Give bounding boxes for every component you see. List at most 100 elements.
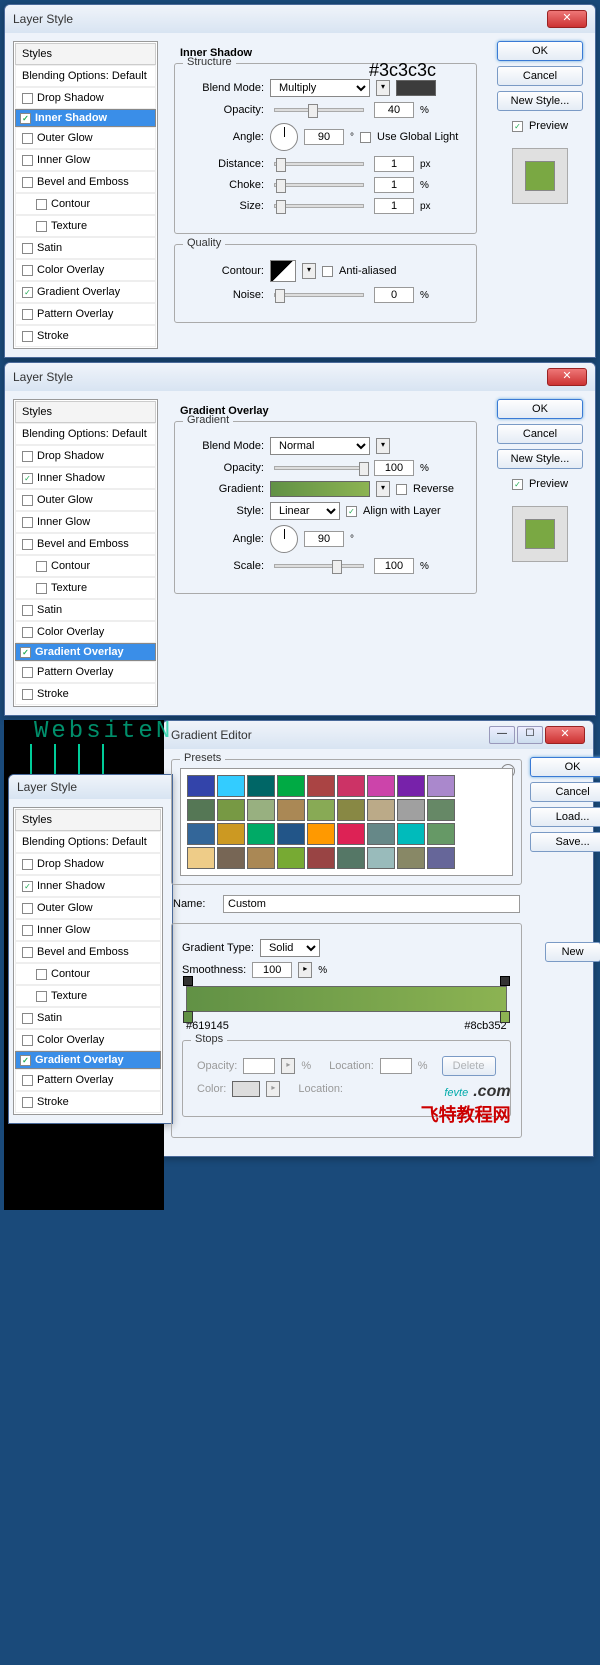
save-button[interactable]: Save... [530,832,600,852]
angle-dial[interactable] [270,525,298,553]
style-checkbox[interactable] [22,243,33,254]
sidebar-item-stroke[interactable]: Stroke [15,325,156,347]
style-checkbox[interactable] [22,1035,33,1046]
style-checkbox[interactable] [36,969,47,980]
sidebar-item-inner-glow[interactable]: Inner Glow [15,919,161,941]
style-checkbox[interactable] [22,859,33,870]
ok-button[interactable]: OK [497,399,583,419]
style-checkbox[interactable] [22,1075,33,1086]
sidebar-item-outer-glow[interactable]: Outer Glow [15,127,156,149]
angle-input[interactable] [304,531,344,547]
style-checkbox[interactable]: ✓ [22,473,33,484]
sidebar-item-color-overlay[interactable]: Color Overlay [15,259,156,281]
sidebar-item-satin[interactable]: Satin [15,1007,161,1029]
preset-swatch[interactable] [337,847,365,869]
dropdown-icon[interactable]: ▾ [376,438,390,454]
minimize-button[interactable]: — [489,726,515,744]
preset-swatch[interactable] [427,799,455,821]
style-checkbox[interactable] [36,583,47,594]
distance-slider[interactable] [274,162,364,166]
new-button[interactable]: New [545,942,600,962]
style-checkbox[interactable] [22,689,33,700]
sidebar-item-texture[interactable]: Texture [15,577,156,599]
angle-dial[interactable] [270,123,298,151]
sidebar-item-stroke[interactable]: Stroke [15,1091,161,1113]
sidebar-item-gradient-overlay[interactable]: ✓Gradient Overlay [15,281,156,303]
align-checkbox[interactable]: ✓ [346,506,357,517]
preset-swatch[interactable] [217,775,245,797]
sidebar-head[interactable]: Styles [15,401,156,423]
style-checkbox[interactable] [22,517,33,528]
opacity-input[interactable] [374,102,414,118]
choke-input[interactable] [374,177,414,193]
style-checkbox[interactable]: ✓ [22,881,33,892]
sidebar-item-pattern-overlay[interactable]: Pattern Overlay [15,303,156,325]
style-checkbox[interactable] [22,667,33,678]
preset-swatch[interactable] [187,847,215,869]
preset-swatch[interactable] [247,847,275,869]
sidebar-item-drop-shadow[interactable]: Drop Shadow [15,445,156,467]
blend-mode-select[interactable]: Multiply [270,79,370,97]
preset-swatch[interactable] [277,823,305,845]
sidebar-item-pattern-overlay[interactable]: Pattern Overlay [15,661,156,683]
ok-button[interactable]: OK [530,757,600,777]
sidebar-item-bevel-and-emboss[interactable]: Bevel and Emboss [15,171,156,193]
preset-swatch[interactable] [367,799,395,821]
opacity-stop-left[interactable] [183,976,193,986]
size-input[interactable] [374,198,414,214]
noise-slider[interactable] [274,293,364,297]
new-style-button[interactable]: New Style... [497,449,583,469]
style-checkbox[interactable]: ✓ [20,1055,31,1066]
style-select[interactable]: Linear [270,502,340,520]
sidebar-item-outer-glow[interactable]: Outer Glow [15,897,161,919]
preset-swatch[interactable] [247,775,275,797]
titlebar[interactable]: Layer Style [9,775,172,799]
sidebar-item-outer-glow[interactable]: Outer Glow [15,489,156,511]
preview-checkbox[interactable]: ✓ [512,479,523,490]
sidebar-item-pattern-overlay[interactable]: Pattern Overlay [15,1069,161,1091]
style-checkbox[interactable] [22,925,33,936]
preset-swatch[interactable] [307,775,335,797]
preset-swatch[interactable] [247,799,275,821]
sidebar-item-drop-shadow[interactable]: Drop Shadow [15,853,161,875]
sidebar-item-contour[interactable]: Contour [15,193,156,215]
style-checkbox[interactable] [22,627,33,638]
preset-swatch[interactable] [427,847,455,869]
preset-swatch[interactable] [307,799,335,821]
name-input[interactable] [223,895,520,913]
preset-swatch[interactable] [187,799,215,821]
new-style-button[interactable]: New Style... [497,91,583,111]
titlebar[interactable]: Gradient Editor —☐✕ [163,721,593,749]
sidebar-item-drop-shadow[interactable]: Drop Shadow [15,87,156,109]
preset-swatch[interactable] [367,823,395,845]
sidebar-item-texture[interactable]: Texture [15,215,156,237]
color-stop-left[interactable] [183,1011,193,1023]
titlebar[interactable]: Layer Style ✕ [5,5,595,33]
preset-swatch[interactable] [277,799,305,821]
cancel-button[interactable]: Cancel [530,782,600,802]
contour-picker[interactable] [270,260,296,282]
close-button[interactable]: ✕ [545,726,585,744]
gradient-bar[interactable] [186,986,507,1012]
load-button[interactable]: Load... [530,807,600,827]
opacity-slider[interactable] [274,466,364,470]
style-checkbox[interactable] [22,93,33,104]
sidebar-item-inner-glow[interactable]: Inner Glow [15,149,156,171]
preset-swatch[interactable] [187,823,215,845]
style-checkbox[interactable] [22,177,33,188]
style-checkbox[interactable] [36,199,47,210]
style-checkbox[interactable] [22,495,33,506]
style-checkbox[interactable] [22,1013,33,1024]
preset-swatch[interactable] [217,799,245,821]
sidebar-item-contour[interactable]: Contour [15,555,156,577]
sidebar-item-bevel-and-emboss[interactable]: Bevel and Emboss [15,533,156,555]
distance-input[interactable] [374,156,414,172]
blending-options[interactable]: Blending Options: Default [15,831,161,853]
style-checkbox[interactable] [36,221,47,232]
global-light-checkbox[interactable] [360,132,371,143]
preset-swatch[interactable] [397,799,425,821]
sidebar-item-stroke[interactable]: Stroke [15,683,156,705]
maximize-button[interactable]: ☐ [517,726,543,744]
style-checkbox[interactable] [22,331,33,342]
close-button[interactable]: ✕ [547,10,587,28]
